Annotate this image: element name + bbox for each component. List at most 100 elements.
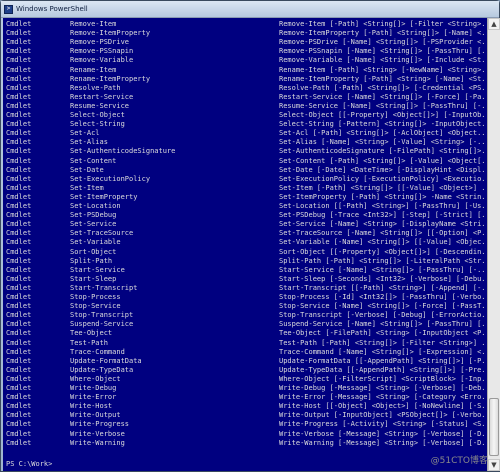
command-type: Cmdlet <box>6 374 32 383</box>
command-name: Stop-Transcript <box>70 311 134 320</box>
command-definition: Remove-PSSnapin [-Name] <String[]> [-Pas… <box>279 47 484 56</box>
command-definition: Set-Content [-Path] <String[]> [-Value] … <box>279 156 484 165</box>
command-type: Cmdlet <box>6 283 32 292</box>
command-name: Restart-Service <box>70 92 134 101</box>
command-type: Cmdlet <box>6 38 32 47</box>
command-type: Cmdlet <box>6 192 32 201</box>
command-type: Cmdlet <box>6 402 32 411</box>
command-name: Set-TraceSource <box>70 229 134 238</box>
command-name: Set-Variable <box>70 238 121 247</box>
command-definition: Set-Location [[-Path] <String>] [-PassTh… <box>279 202 484 210</box>
command-definition: Set-Item [-Path] <String[]> [[-Value] <O… <box>279 183 484 192</box>
command-definition: Stop-Transcript [-Verbose] [-Debug] [-Er… <box>279 311 484 320</box>
command-definition: Write-Verbose [-Message] <String> [-Verb… <box>279 429 484 438</box>
scroll-up-arrow-icon[interactable]: ▲ <box>488 18 500 30</box>
command-name: Set-Location <box>70 202 121 210</box>
console-output[interactable]: Cmdlet Remove-Item Remove-Item [-Path] <St… <box>3 18 487 471</box>
command-definition: Restart-Service [-Name] <String[]> [-For… <box>279 92 484 101</box>
command-name: Update-TypeData <box>70 365 134 374</box>
scroll-thumb[interactable] <box>489 398 499 456</box>
command-name: Select-String <box>70 120 125 129</box>
command-type: Cmdlet <box>6 74 32 83</box>
command-name: Trace-Command <box>70 347 125 356</box>
vertical-scrollbar[interactable]: ▲ ▼ <box>487 18 500 471</box>
command-type: Cmdlet <box>6 338 32 347</box>
command-type: Cmdlet <box>6 229 32 238</box>
command-name: Set-Content <box>70 156 117 165</box>
command-name: Start-Service <box>70 265 125 274</box>
command-type: Cmdlet <box>6 320 32 329</box>
command-definition: Start-Service [-Name] <String[]> [-PassT… <box>279 265 484 274</box>
command-name: Resolve-Path <box>70 83 121 92</box>
command-definition: Remove-Item [-Path] <String[]> [-Filter … <box>279 20 484 28</box>
command-type: Cmdlet <box>6 56 32 65</box>
command-name: Select-Object <box>70 111 125 119</box>
command-definition: Write-Error [-Message] <String> [-Catego… <box>279 393 484 402</box>
command-name: Remove-ItemProperty <box>70 29 151 38</box>
command-definition: Update-FormatData [[-AppendPath] <String… <box>279 356 484 365</box>
command-name: Stop-Process <box>70 293 121 301</box>
command-type: Cmdlet <box>6 156 32 165</box>
command-type: Cmdlet <box>6 92 32 101</box>
command-name: Resume-Service <box>70 101 130 110</box>
command-name: Stop-Service <box>70 302 121 311</box>
command-name: Remove-Item <box>70 20 117 28</box>
command-definition: Split-Path [-Path] <String[]> [-LiteralP… <box>279 256 484 265</box>
command-definition: Tee-Object [-FilePath] <String> [-InputO… <box>279 329 484 338</box>
command-type: Cmdlet <box>6 247 32 256</box>
command-definition: Rename-ItemProperty [-Path] <String> [-N… <box>279 74 484 83</box>
command-type: Cmdlet <box>6 329 32 338</box>
command-type: Cmdlet <box>6 211 32 220</box>
command-definition: Set-TraceSource [-Name] <String[]> [[-Op… <box>279 229 484 238</box>
command-definition: Start-Transcript [[-Path] <String>] [-Ap… <box>279 283 484 292</box>
command-name: Test-Path <box>70 338 108 347</box>
scroll-down-arrow-icon[interactable]: ▼ <box>488 459 500 471</box>
command-definition: Write-Debug [-Message] <String> [-Verbos… <box>279 384 484 392</box>
command-type: Cmdlet <box>6 174 32 183</box>
command-name: Write-Output <box>70 411 121 420</box>
command-type: Cmdlet <box>6 429 32 438</box>
command-type: Cmdlet <box>6 65 32 74</box>
command-name: Tee-Object <box>70 329 113 338</box>
command-type: Cmdlet <box>6 120 32 129</box>
command-type: Cmdlet <box>6 220 32 229</box>
command-name: Update-FormatData <box>70 356 142 365</box>
command-definition: Set-ExecutionPolicy [-ExecutionPolicy] <… <box>279 174 484 183</box>
command-name: Set-ExecutionPolicy <box>70 174 151 183</box>
command-name: Set-Item <box>70 183 104 192</box>
command-name: Start-Transcript <box>70 283 138 292</box>
command-definition: Set-Acl [-Path] <String[]> [-AclObject] … <box>279 129 484 138</box>
command-definition: Trace-Command [-Name] <String[]> [-Expre… <box>279 347 484 356</box>
command-definition: Where-Object [-FilterScript] <ScriptBloc… <box>279 374 484 383</box>
command-name: Set-Alias <box>70 138 108 147</box>
command-type: Cmdlet <box>6 356 32 365</box>
command-name: Where-Object <box>70 374 121 383</box>
command-type: Cmdlet <box>6 101 32 110</box>
command-type: Cmdlet <box>6 384 32 392</box>
command-type: Cmdlet <box>6 20 32 28</box>
command-definition: Resolve-Path [-Path] <String[]> [-Creden… <box>279 83 484 92</box>
command-type: Cmdlet <box>6 47 32 56</box>
title-bar[interactable]: > Windows PowerShell <box>1 1 499 18</box>
window-title: Windows PowerShell <box>16 5 88 13</box>
command-definition: Set-PSDebug [-Trace <Int32>] [-Step] [-S… <box>279 211 484 220</box>
command-definition: Set-Alias [-Name] <String> [-Value] <Str… <box>279 138 484 147</box>
command-type: Cmdlet <box>6 29 32 38</box>
command-definition: Set-Variable [-Name] <String[]> [[-Value… <box>279 238 484 247</box>
command-definition: Set-Date [-Date] <DateTime> [-DisplayHin… <box>279 165 484 174</box>
command-type: Cmdlet <box>6 274 32 283</box>
command-definition: Rename-Item [-Path] <String> [-NewName] … <box>279 65 484 74</box>
command-name: Write-Warning <box>70 438 125 447</box>
powershell-icon[interactable]: > <box>4 4 13 14</box>
command-name: Set-Acl <box>70 129 100 138</box>
command-type: Cmdlet <box>6 411 32 420</box>
command-type: Cmdlet <box>6 347 32 356</box>
command-definition: Resume-Service [-Name] <String[]> [-Pass… <box>279 101 484 110</box>
command-name: Remove-PSSnapin <box>70 47 134 56</box>
command-definition: Remove-ItemProperty [-Path] <String[]> [… <box>279 29 484 38</box>
command-type: Cmdlet <box>6 256 32 265</box>
command-prompt[interactable]: PS C:\Work> <box>6 460 52 469</box>
command-definition: Test-Path [-Path] <String[]> [-Filter <S… <box>279 338 484 347</box>
command-name: Sort-Object <box>70 247 117 256</box>
command-type: Cmdlet <box>6 165 32 174</box>
